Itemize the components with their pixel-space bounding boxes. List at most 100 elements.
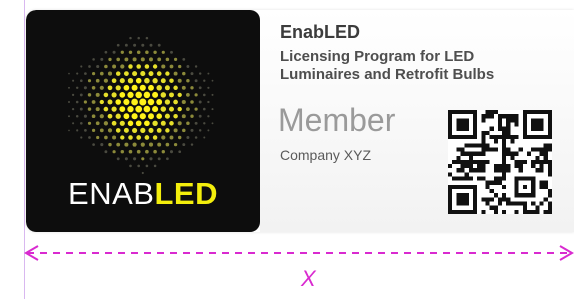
qr-module: [472, 143, 478, 148]
width-dimension-arrow: [24, 245, 574, 261]
logo-dot: [68, 129, 70, 132]
qr-module: [493, 139, 498, 144]
logo-dot: [104, 50, 108, 54]
logo-dot: [124, 157, 128, 161]
qr-module: [506, 130, 511, 135]
logo-dot: [152, 91, 159, 98]
qr-module: [539, 151, 544, 156]
logo-dot: [148, 142, 154, 147]
qr-module: [481, 118, 486, 123]
logo-dot: [207, 115, 210, 118]
logo-dot: [103, 78, 108, 83]
logo-dot: [161, 135, 166, 140]
qr-module: [448, 164, 453, 169]
qr-module: [506, 126, 511, 131]
qr-module: [485, 147, 490, 152]
logo-dot: [127, 120, 134, 127]
logo-dot: [127, 105, 134, 113]
qr-module: [497, 134, 503, 140]
qr-finder-core: [456, 193, 469, 206]
logo-dot: [128, 135, 133, 140]
qr-module: [535, 168, 540, 173]
qr-module: [518, 164, 523, 169]
wordmark-light: ENAB: [68, 176, 155, 211]
logo-dot: [128, 50, 133, 55]
logo-dot: [149, 43, 153, 47]
logo-dot: [144, 77, 150, 84]
logo-dot: [96, 64, 100, 69]
logo-dot: [141, 157, 145, 161]
logo-dot: [79, 121, 83, 125]
logo-dot: [143, 91, 151, 99]
qr-module: [547, 164, 552, 169]
logo-dot: [160, 120, 166, 126]
qr-module: [456, 168, 461, 173]
qr-module: [510, 134, 515, 140]
logo-dot: [135, 120, 142, 127]
qr-module: [460, 147, 465, 152]
qr-module: [452, 159, 457, 165]
logo-dot: [207, 86, 210, 89]
qr-module: [464, 172, 469, 177]
logo-dot: [203, 107, 206, 111]
qr-module: [477, 151, 482, 156]
logo-dot: [141, 171, 144, 175]
logo-dot: [152, 78, 158, 84]
logo-dot: [152, 106, 159, 113]
logo-dot: [211, 108, 214, 111]
logo-dot: [177, 78, 182, 83]
logo-dot: [116, 43, 120, 47]
logo-dot: [145, 149, 149, 154]
logo-dot: [173, 85, 178, 91]
logo-dot: [203, 122, 206, 125]
qr-module: [506, 164, 511, 169]
qr-module: [481, 143, 486, 148]
logo-dot: [165, 142, 170, 147]
logo-dot: [160, 106, 167, 112]
qr-module: [543, 151, 548, 156]
qr-module: [535, 209, 540, 214]
logo-dot: [124, 57, 129, 62]
logo-dot: [68, 72, 70, 75]
logo-dot: [112, 135, 117, 140]
qr-module: [485, 110, 490, 115]
logo-dot: [128, 149, 133, 154]
qr-module: [539, 168, 544, 173]
logo-dot: [140, 57, 145, 62]
logo-dot: [92, 58, 95, 61]
logo-dot: [145, 164, 149, 168]
qr-module: [485, 201, 490, 206]
qr-finder-core: [531, 118, 544, 131]
logo-dot: [87, 93, 92, 97]
logo-dot: [103, 92, 109, 98]
qr-module: [502, 164, 507, 169]
qr-module: [543, 159, 548, 165]
logo-dot: [132, 127, 138, 133]
qr-module: [543, 180, 548, 185]
logo-dot: [71, 107, 75, 111]
qr-module: [493, 176, 498, 181]
logo-dot: [136, 50, 141, 55]
qr-module: [510, 151, 515, 156]
logo-dot: [131, 84, 138, 91]
qr-module: [485, 159, 490, 165]
logo-dot: [173, 99, 178, 105]
qr-module: [506, 151, 511, 156]
logo-dot: [115, 71, 121, 76]
qr-module: [485, 197, 490, 202]
logo-dot: [144, 64, 150, 69]
logo-dot: [132, 71, 138, 77]
logo-dot: [153, 164, 157, 168]
logo-dot: [107, 128, 113, 133]
qr-module: [502, 209, 507, 214]
logo-dot: [112, 50, 116, 54]
qr-module: [547, 147, 552, 152]
logo-dot: [103, 106, 109, 112]
logo-dot: [186, 65, 190, 68]
logo-dot: [177, 121, 182, 126]
logo-dot: [157, 43, 161, 47]
qr-module: [481, 114, 486, 119]
qr-module: [506, 118, 511, 123]
logo-dot: [177, 135, 182, 140]
logo-dot: [68, 101, 70, 103]
